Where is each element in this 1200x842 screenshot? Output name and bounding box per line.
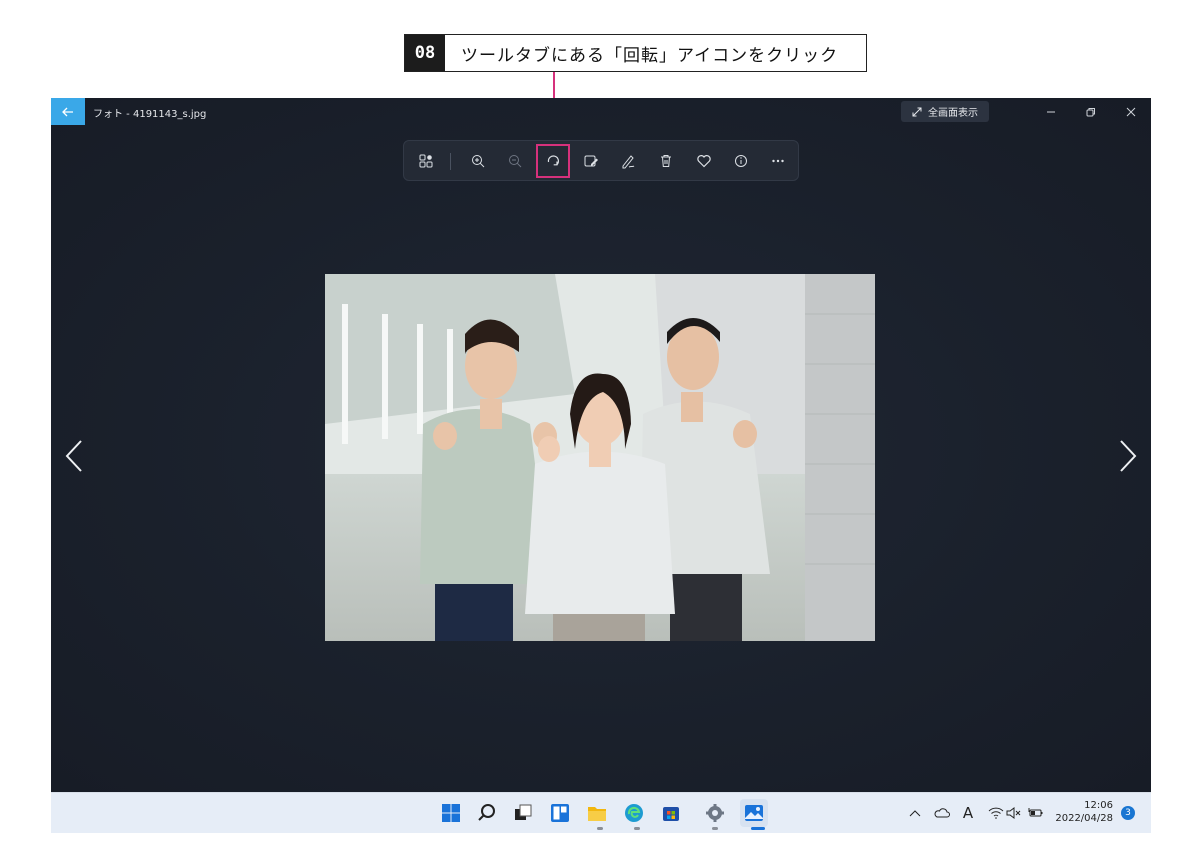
step-instruction: ツールタブにある「回転」アイコンをクリック [461,45,839,66]
clock[interactable]: 12:06 2022/04/28 [1051,799,1113,825]
volume-button[interactable] [1005,804,1023,822]
clock-time: 12:06 [1084,800,1113,811]
delete-icon [661,155,671,167]
file-explorer-button[interactable] [585,801,609,825]
next-image-button[interactable] [1113,434,1143,478]
chevron-left-icon [65,440,82,472]
zoom-in-button[interactable] [464,147,492,175]
widgets-button[interactable] [548,801,572,825]
running-indicator [634,827,640,830]
draw-button[interactable] [614,147,642,175]
wifi-button[interactable] [987,804,1005,822]
info-icon [735,155,747,167]
show-hidden-icons-button[interactable] [906,804,924,822]
running-indicator [597,827,603,830]
windows-start-icon [442,804,460,822]
chevron-up-icon [909,810,921,817]
photo-illustration [325,274,875,641]
back-arrow-icon [62,107,73,116]
zoom-out-button[interactable] [501,147,529,175]
search-icon [478,804,495,821]
photos-window: フォト - 4191143_s.jpg 全画面表示 [51,98,1151,792]
more-button[interactable] [764,147,792,175]
volume-muted-icon [1006,807,1021,819]
image-toolbar [403,140,799,181]
edge-icon [625,804,643,822]
running-indicator [712,827,718,830]
rotate-button[interactable] [539,147,567,175]
favorite-icon [697,155,711,168]
chevron-right-icon [1120,440,1137,472]
restore-button[interactable] [1071,98,1111,125]
more-icon [772,159,784,163]
favorite-button[interactable] [690,147,718,175]
photos-button[interactable] [740,799,768,827]
active-indicator [751,827,765,830]
close-icon [1126,107,1136,116]
battery-button[interactable] [1027,804,1045,822]
widgets-icon [551,804,569,822]
clock-date: 2022/04/28 [1055,813,1113,824]
ime-indicator[interactable]: A [959,804,977,822]
window-title: フォト - 4191143_s.jpg [93,109,207,120]
store-icon [663,807,679,821]
battery-icon [1028,808,1043,817]
expand-icon [912,107,922,116]
zoom-in-icon [472,155,485,168]
title-bar: フォト - 4191143_s.jpg 全画面表示 [51,98,1151,125]
wifi-icon [988,807,1004,819]
file-explorer-icon [588,807,606,821]
search-button[interactable] [475,801,499,825]
zoom-out-icon [509,155,522,168]
displayed-photo [325,274,875,641]
fullscreen-button[interactable]: 全画面表示 [901,101,989,122]
start-button[interactable] [439,801,463,825]
task-view-icon [515,804,532,820]
toolbar-separator [450,153,451,170]
edit-image-icon [584,155,598,167]
notification-badge[interactable]: 3 [1121,806,1135,820]
minimize-icon [1047,111,1055,112]
gallery-icon [419,154,433,168]
fullscreen-label: 全画面表示 [928,108,978,119]
onedrive-icon [934,808,950,818]
task-view-button[interactable] [511,801,535,825]
step-number: 08 [405,35,445,71]
previous-image-button[interactable] [59,434,89,478]
draw-icon [622,155,635,169]
step-callout: 08 ツールタブにある「回転」アイコンをクリック [404,34,867,72]
photos-icon [745,805,763,821]
onedrive-button[interactable] [933,804,951,822]
restore-icon [1086,107,1095,116]
settings-button[interactable] [703,801,727,825]
info-button[interactable] [727,147,755,175]
minimize-button[interactable] [1031,98,1071,125]
edit-image-button[interactable] [577,147,605,175]
rotate-icon [547,155,559,166]
store-button[interactable] [659,801,683,825]
delete-button[interactable] [652,147,680,175]
back-button[interactable] [51,98,85,125]
gallery-button[interactable] [412,147,440,175]
settings-icon [706,804,724,822]
edge-button[interactable] [622,801,646,825]
taskbar: A 12:06 2022/04/28 3 [51,792,1151,833]
close-button[interactable] [1111,98,1151,125]
